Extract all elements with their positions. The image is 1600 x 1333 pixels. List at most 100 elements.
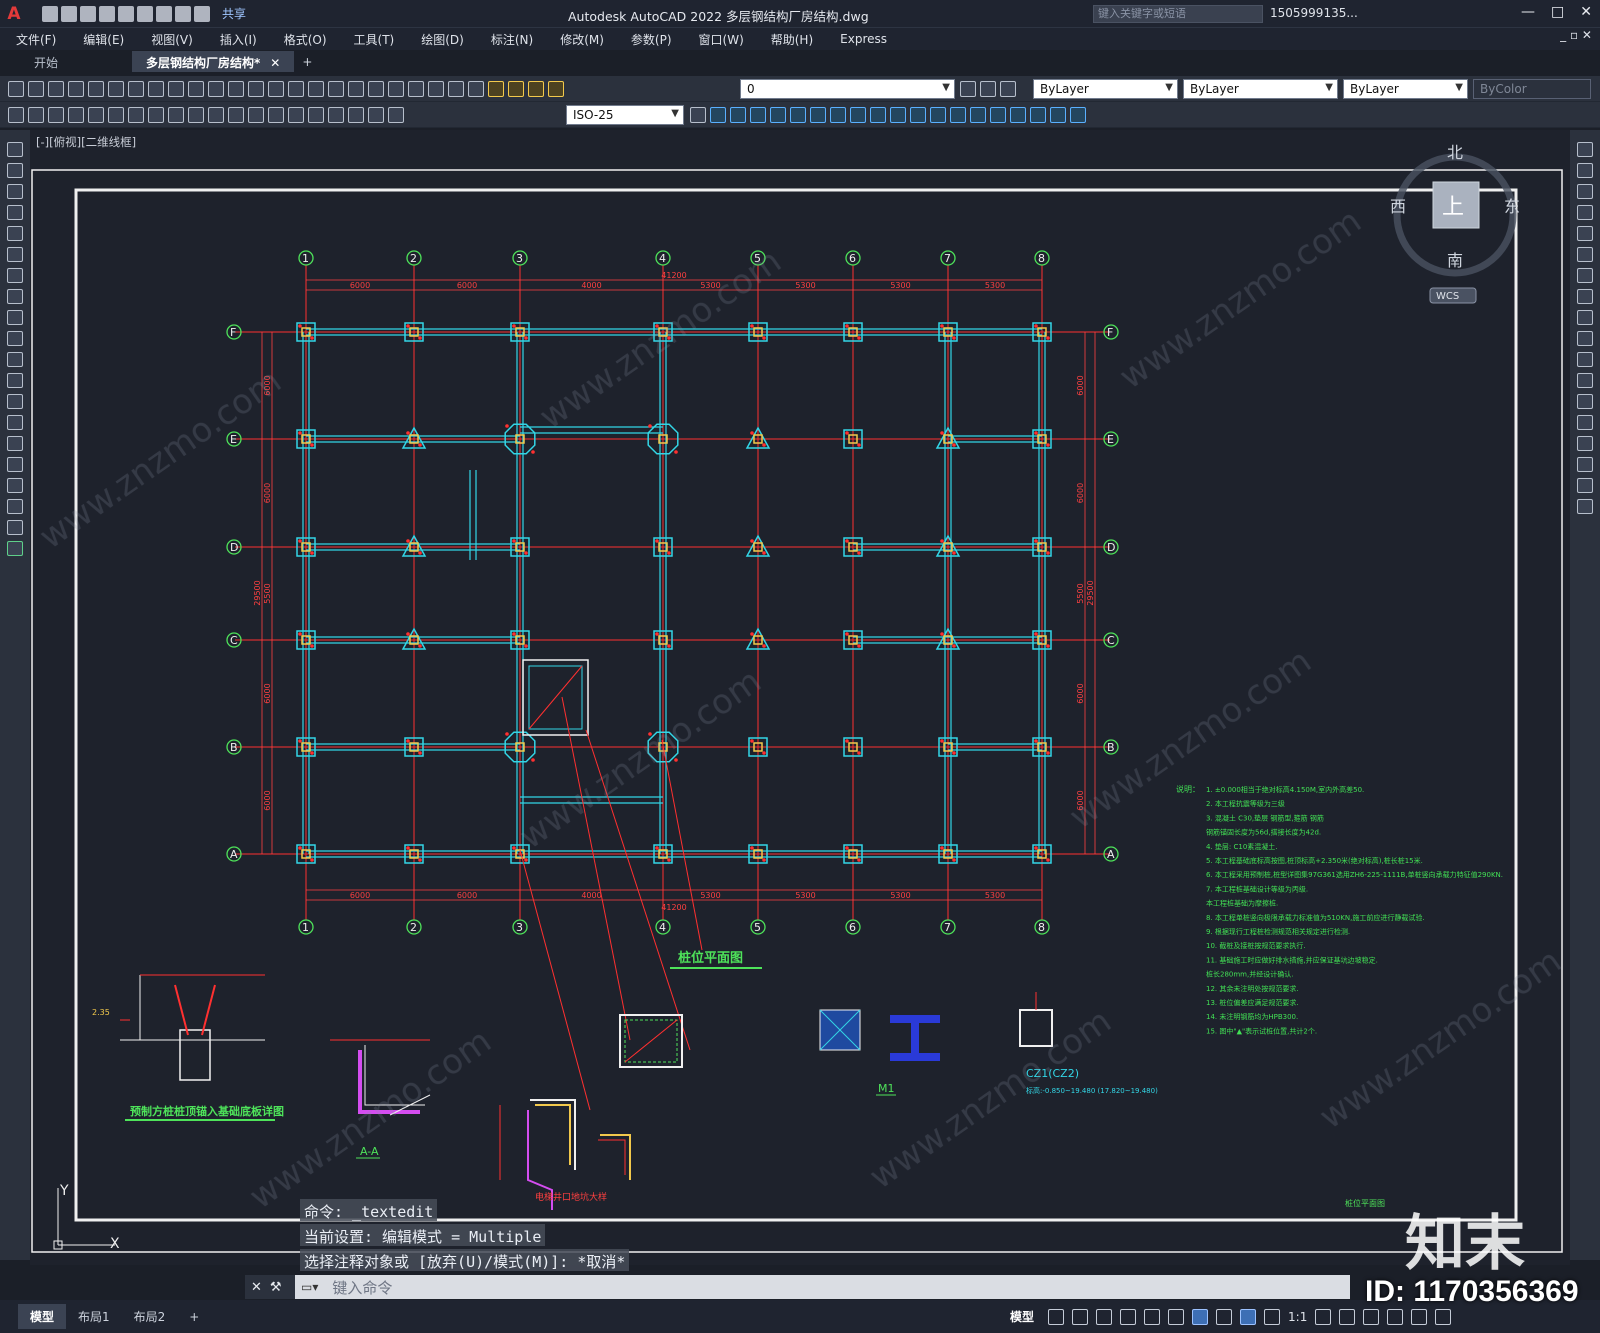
linear-dim-icon[interactable] xyxy=(8,106,24,123)
tab-close-icon[interactable]: ✕ xyxy=(270,56,280,70)
menu-dimension[interactable]: 标注(N) xyxy=(491,31,533,48)
continue-icon[interactable] xyxy=(208,106,224,123)
dimstyle-dropdown[interactable]: ISO-25 ▼ xyxy=(566,105,684,125)
polygon-icon[interactable] xyxy=(7,205,23,220)
new-icon[interactable] xyxy=(8,80,24,97)
add-selected-icon[interactable] xyxy=(7,541,23,556)
extend-icon[interactable] xyxy=(1577,352,1593,367)
copy-object-icon[interactable] xyxy=(730,107,746,123)
make-current-layer-icon[interactable] xyxy=(960,81,976,97)
scale-icon[interactable] xyxy=(850,107,866,123)
erase-icon[interactable] xyxy=(1577,142,1593,157)
jogged-linear-icon[interactable] xyxy=(328,106,344,123)
tool-palettes-icon[interactable] xyxy=(388,80,404,97)
menu-tools[interactable]: 工具(T) xyxy=(354,31,395,48)
layer-properties-icon[interactable] xyxy=(488,80,504,97)
quick-dim-icon[interactable] xyxy=(168,106,184,123)
plot-icon[interactable] xyxy=(68,80,84,97)
mirror-icon[interactable] xyxy=(750,107,766,123)
dim-edit-icon[interactable] xyxy=(348,106,364,123)
properties-icon[interactable] xyxy=(348,80,364,97)
baseline-icon[interactable] xyxy=(188,106,204,123)
compass-west[interactable]: 西 xyxy=(1390,197,1406,216)
circle-icon[interactable] xyxy=(7,268,23,283)
rectangle-icon[interactable] xyxy=(7,226,23,241)
plotstyle-dropdown[interactable]: ByColor xyxy=(1473,79,1591,99)
dimstyle-manager-icon[interactable] xyxy=(690,107,706,123)
trim-icon[interactable] xyxy=(890,107,906,123)
point-icon[interactable] xyxy=(7,415,23,430)
spline-icon[interactable] xyxy=(7,310,23,325)
annotation-scale[interactable]: 1:1 xyxy=(1288,1310,1307,1324)
undo-icon[interactable] xyxy=(175,5,191,22)
zoom-realtime-icon[interactable] xyxy=(288,80,304,97)
menu-window[interactable]: 窗口(W) xyxy=(699,31,744,48)
open-icon[interactable] xyxy=(28,80,44,97)
share-button[interactable]: 共享 xyxy=(222,5,246,22)
autocad-logo-icon[interactable]: A xyxy=(0,0,28,28)
plus-icon[interactable] xyxy=(1339,1308,1356,1325)
blend-icon[interactable] xyxy=(1577,478,1593,493)
gradient-icon[interactable] xyxy=(7,457,23,472)
layout-tab-model[interactable]: 模型 xyxy=(18,1304,67,1329)
calculator-icon[interactable] xyxy=(448,80,464,97)
move-icon[interactable] xyxy=(810,107,826,123)
angular-icon[interactable] xyxy=(148,106,164,123)
menu-help[interactable]: 帮助(H) xyxy=(771,31,813,48)
inspect-icon[interactable] xyxy=(308,106,324,123)
saveas-icon[interactable] xyxy=(99,5,115,22)
color-dropdown[interactable]: ByLayer ▼ xyxy=(1033,79,1178,99)
layout-tab-1[interactable]: 布局1 xyxy=(66,1304,122,1329)
grid-icon[interactable] xyxy=(1048,1308,1065,1325)
radius-icon[interactable] xyxy=(88,106,104,123)
break-icon[interactable] xyxy=(930,107,946,123)
construction-line-icon[interactable] xyxy=(7,163,23,178)
viewcube[interactable]: 上 北 南 西 东 WCS xyxy=(1390,143,1520,304)
auto-scale-icon[interactable] xyxy=(1264,1308,1281,1325)
array-icon[interactable] xyxy=(1577,226,1593,241)
make-block-icon[interactable] xyxy=(7,394,23,409)
new-icon[interactable] xyxy=(42,5,58,22)
menu-view[interactable]: 视图(V) xyxy=(151,31,193,48)
menu-parametric[interactable]: 参数(P) xyxy=(631,31,672,48)
line-icon[interactable] xyxy=(7,142,23,157)
scale-icon[interactable] xyxy=(1577,289,1593,304)
layout-tab-2[interactable]: 布局2 xyxy=(122,1304,178,1329)
arc-length-icon[interactable] xyxy=(48,106,64,123)
offset-icon[interactable] xyxy=(1577,205,1593,220)
close-icon[interactable]: ✕ xyxy=(251,1280,262,1295)
publish-icon[interactable] xyxy=(108,80,124,97)
jogged-icon[interactable] xyxy=(108,106,124,123)
menu-modify[interactable]: 修改(M) xyxy=(560,31,604,48)
cut-icon[interactable] xyxy=(148,80,164,97)
explode-icon[interactable] xyxy=(1010,107,1026,123)
command-input[interactable]: 键入命令 xyxy=(324,1277,1350,1298)
rotate-icon[interactable] xyxy=(1577,268,1593,283)
center-mark-icon[interactable] xyxy=(288,106,304,123)
save-web-icon[interactable] xyxy=(137,5,153,22)
menu-edit[interactable]: 编辑(E) xyxy=(83,31,124,48)
redo-icon[interactable] xyxy=(194,5,210,22)
search-input[interactable]: 键入关键字或短语 xyxy=(1093,5,1263,23)
menu-express[interactable]: Express xyxy=(840,32,887,46)
sheet-set-icon[interactable] xyxy=(408,80,424,97)
table-icon[interactable] xyxy=(7,499,23,514)
hardware-accel-icon[interactable] xyxy=(1387,1308,1404,1325)
hatch-icon[interactable] xyxy=(1070,107,1086,123)
model-space-button[interactable]: 模型 xyxy=(1010,1308,1034,1325)
redo-icon[interactable] xyxy=(248,80,264,97)
dim-break-icon[interactable] xyxy=(248,106,264,123)
stretch-icon[interactable] xyxy=(1577,310,1593,325)
open-icon[interactable] xyxy=(61,5,77,22)
chamfer-icon[interactable] xyxy=(970,107,986,123)
array-icon[interactable] xyxy=(790,107,806,123)
menu-draw[interactable]: 绘图(D) xyxy=(421,31,464,48)
zoom-window-icon[interactable] xyxy=(308,80,324,97)
ortho-icon[interactable] xyxy=(1096,1308,1113,1325)
ellipse-icon[interactable] xyxy=(7,331,23,346)
viewcube-top[interactable]: 上 xyxy=(1442,195,1464,220)
menu-file[interactable]: 文件(F) xyxy=(16,31,56,48)
object-snap-tracking-icon[interactable] xyxy=(1168,1308,1185,1325)
3d-print-icon[interactable] xyxy=(128,80,144,97)
save-icon[interactable] xyxy=(80,5,96,22)
